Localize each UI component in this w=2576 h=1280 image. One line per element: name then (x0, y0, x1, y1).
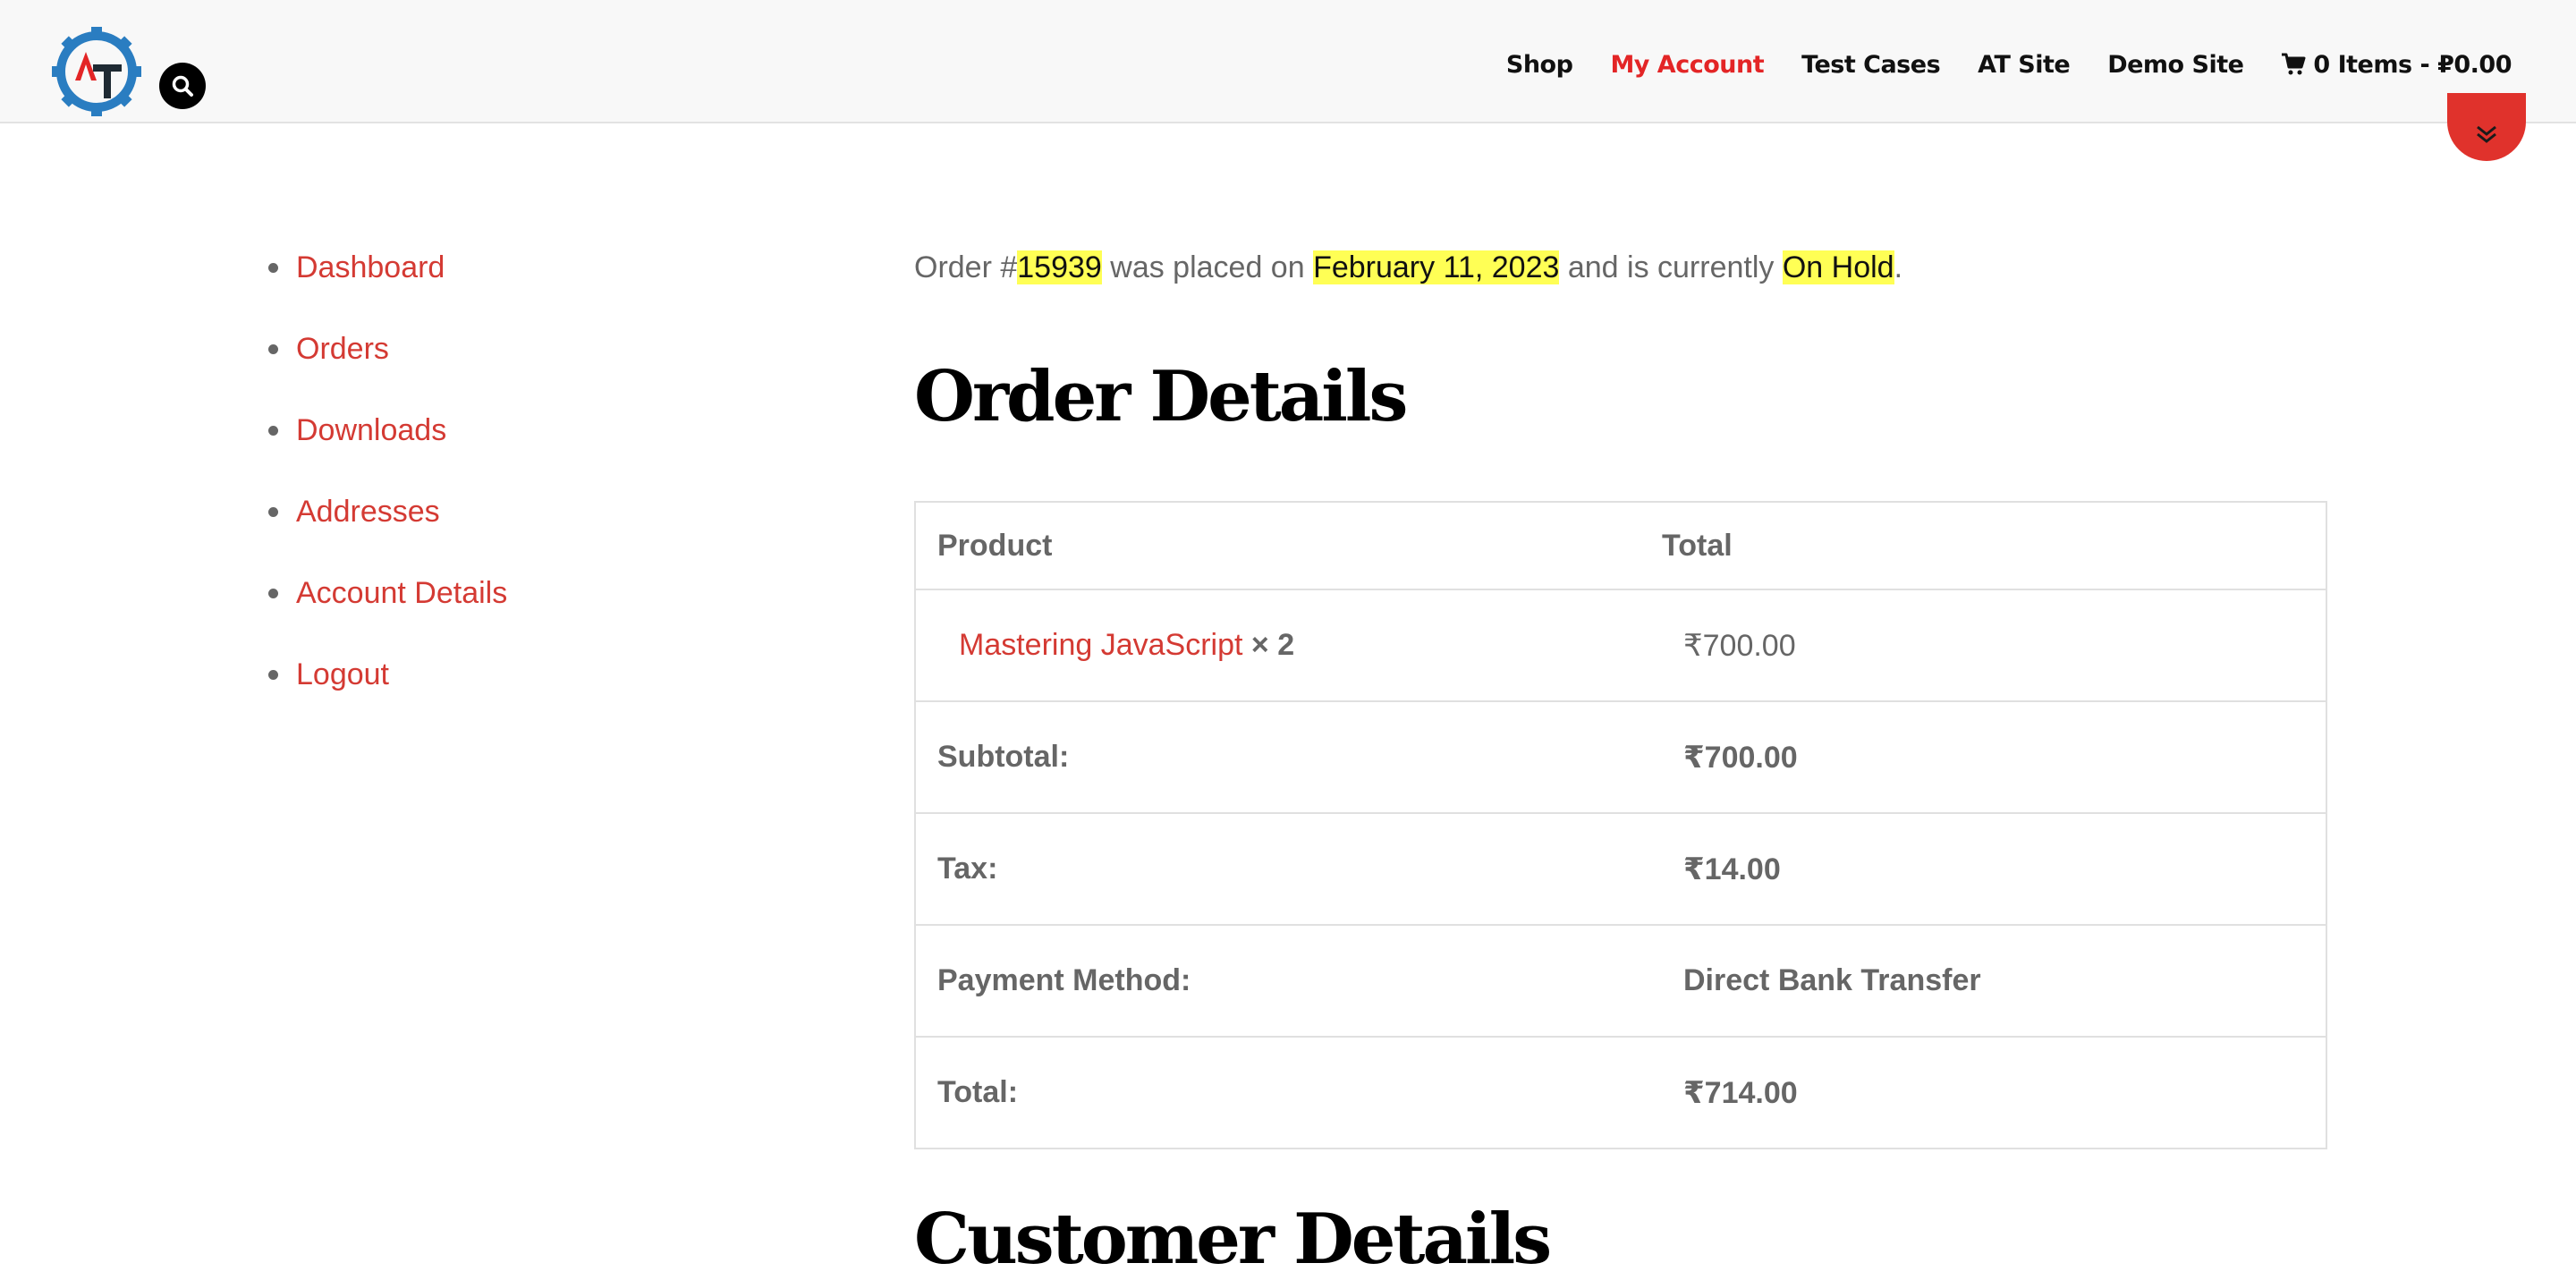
scroll-down-button[interactable] (2447, 93, 2526, 161)
account-nav-item-addresses: Addresses (268, 489, 507, 571)
downloads-link[interactable]: Downloads (296, 408, 446, 453)
total-header: Total (1662, 501, 2326, 589)
order-status: On Hold (1782, 250, 1894, 284)
site-logo[interactable] (50, 25, 143, 118)
tax-value: ₹14.00 (1683, 852, 1781, 886)
order-details-title: Order Details (914, 356, 1408, 437)
table-header-row: Product Total (915, 501, 2326, 589)
account-navigation: Dashboard Orders Downloads Addresses Acc… (268, 245, 507, 733)
nav-cart[interactable]: 0 Items - ₽0.00 (2281, 51, 2512, 79)
account-nav-item-downloads: Downloads (268, 408, 507, 489)
product-header: Product (915, 501, 1662, 589)
total-label: Total: (915, 1036, 1662, 1149)
table-row: Tax: ₹14.00 (915, 812, 2326, 925)
site-header: Shop My Account Test Cases AT Site Demo … (0, 0, 2576, 123)
subtotal-label: Subtotal: (915, 700, 1662, 813)
addresses-link[interactable]: Addresses (296, 489, 440, 534)
payment-method-label: Payment Method: (915, 924, 1662, 1037)
main-nav: Shop My Account Test Cases AT Site Demo … (1469, 47, 2512, 82)
product-total: ₹700.00 (1683, 628, 1796, 663)
total-value: ₹714.00 (1683, 1075, 1798, 1110)
nav-test-cases[interactable]: Test Cases (1801, 51, 1941, 79)
nav-shop[interactable]: Shop (1506, 51, 1573, 79)
cart-icon (2282, 53, 2306, 75)
table-row: Subtotal: ₹700.00 (915, 700, 2326, 813)
order-details-table: Product Total Mastering JavaScript × 2 ₹… (914, 501, 2327, 1149)
product-quantity: × 2 (1250, 628, 1295, 662)
orders-link[interactable]: Orders (296, 326, 389, 371)
account-nav-item-logout: Logout (268, 652, 507, 733)
search-icon (172, 75, 193, 97)
order-summary: Order #15939 was placed on February 11, … (914, 250, 1903, 284)
logout-link[interactable]: Logout (296, 652, 389, 697)
customer-details-title: Customer Details (914, 1199, 1552, 1280)
tax-label: Tax: (915, 812, 1662, 925)
account-nav-item-account-details: Account Details (268, 571, 507, 652)
cart-label: 0 Items - ₽0.00 (2313, 50, 2512, 79)
account-details-link[interactable]: Account Details (296, 571, 507, 615)
product-link[interactable]: Mastering JavaScript (959, 628, 1242, 662)
chevron-double-down-icon (2477, 125, 2496, 143)
nav-my-account[interactable]: My Account (1610, 51, 1764, 79)
account-nav-item-dashboard: Dashboard (268, 245, 507, 326)
table-row: Total: ₹714.00 (915, 1036, 2326, 1149)
order-date: February 11, 2023 (1313, 250, 1560, 284)
order-item-row: Mastering JavaScript × 2 ₹700.00 (915, 589, 2326, 701)
subtotal-value: ₹700.00 (1683, 740, 1798, 775)
payment-method-value: Direct Bank Transfer (1683, 963, 1981, 997)
account-nav-item-orders: Orders (268, 326, 507, 408)
nav-demo-site[interactable]: Demo Site (2107, 51, 2244, 79)
table-row: Payment Method: Direct Bank Transfer (915, 924, 2326, 1037)
nav-at-site[interactable]: AT Site (1978, 51, 2071, 79)
search-button[interactable] (159, 63, 206, 109)
dashboard-link[interactable]: Dashboard (296, 245, 445, 290)
order-number: 15939 (1017, 250, 1102, 284)
